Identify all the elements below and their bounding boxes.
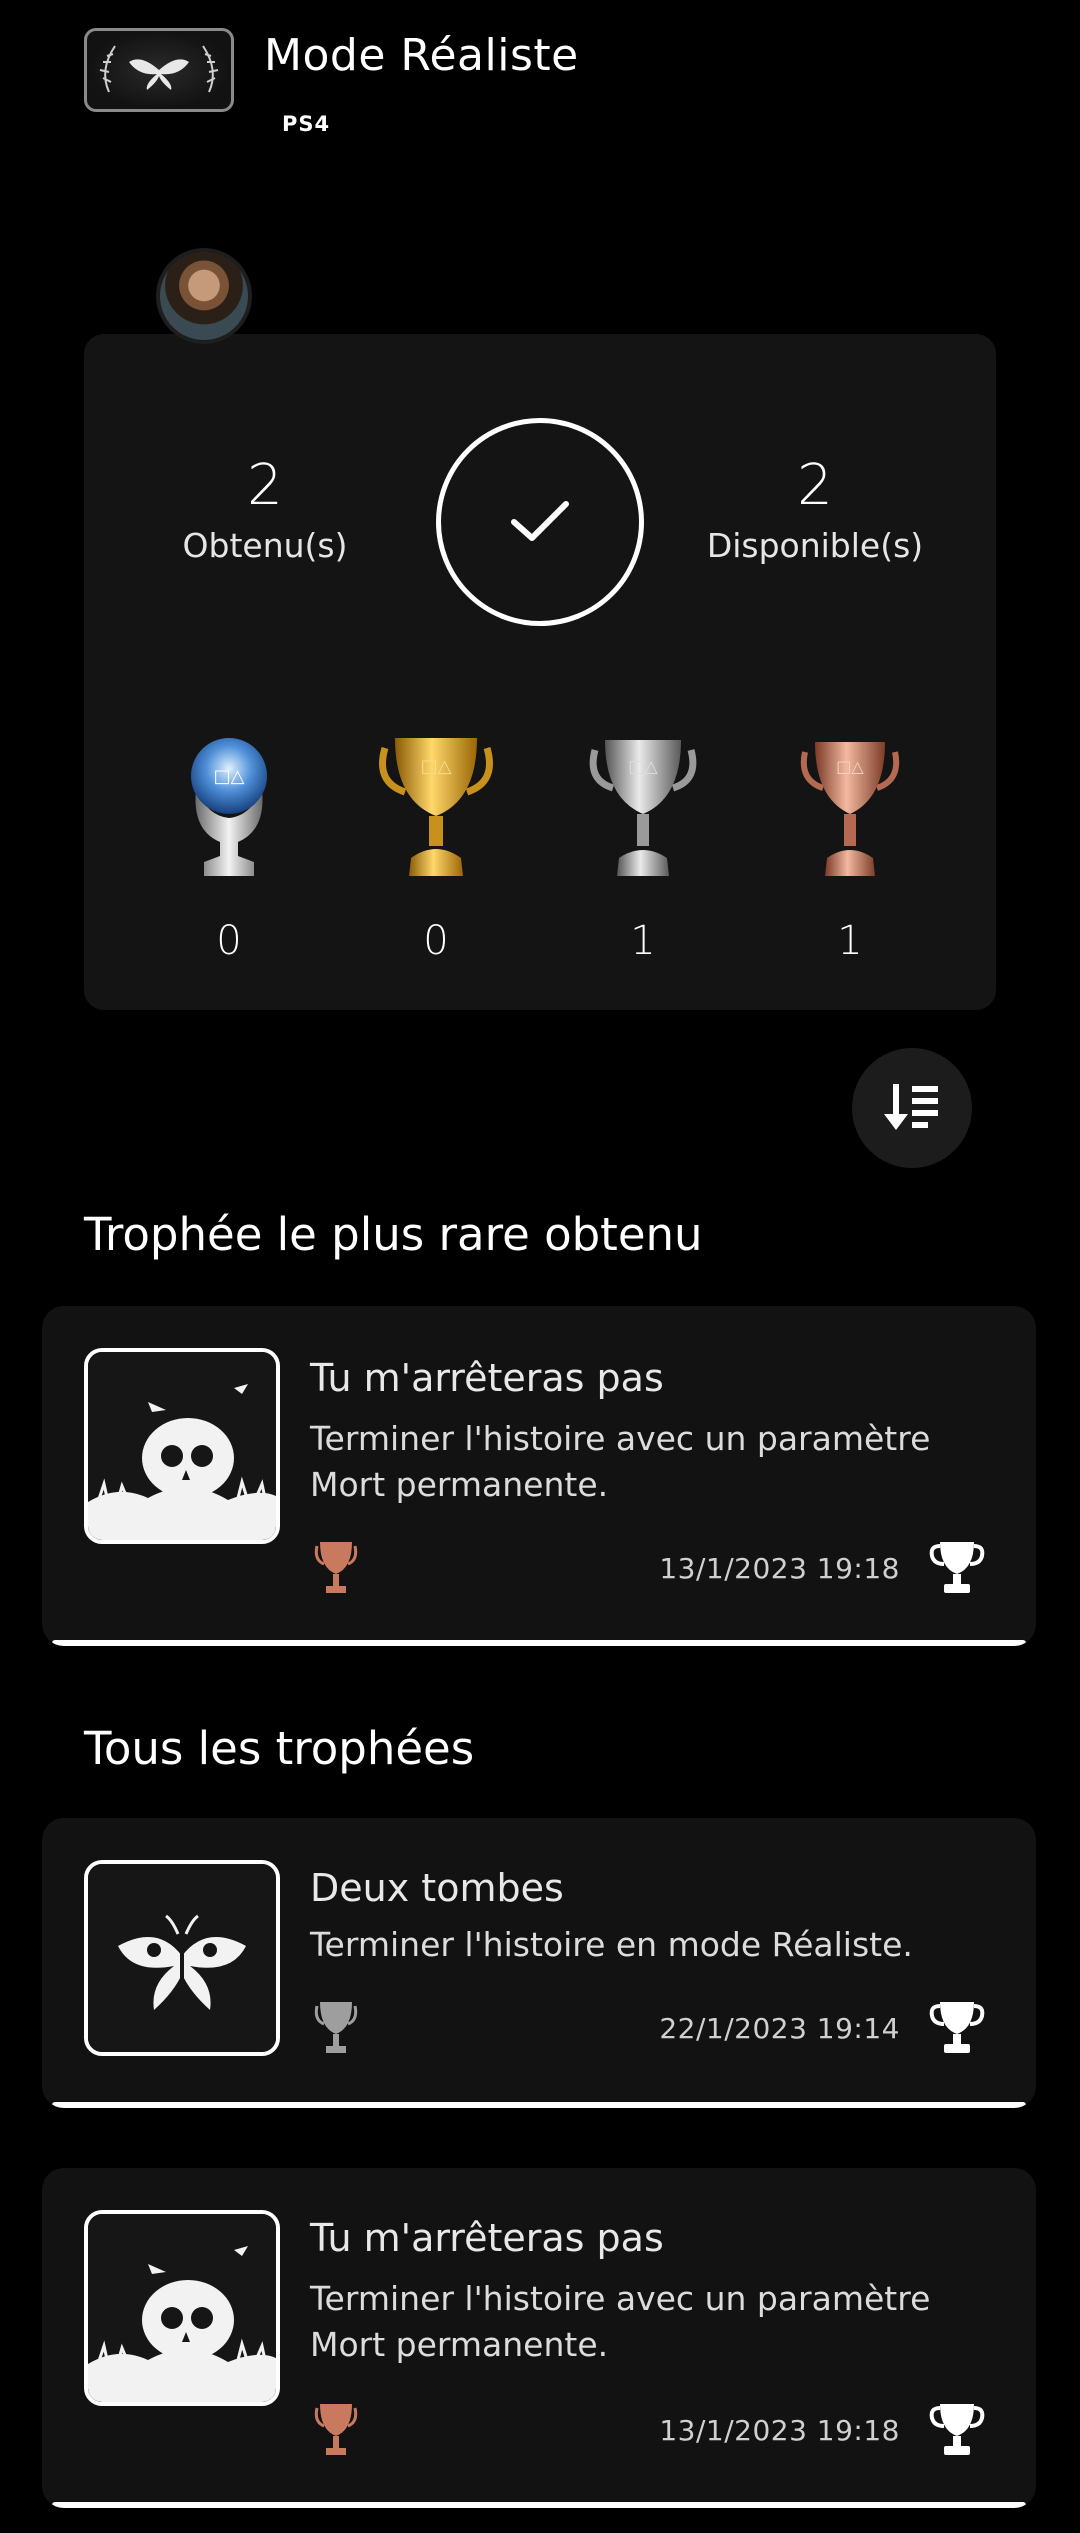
available-label: Disponible(s) xyxy=(706,526,924,565)
earned-label: Obtenu(s) xyxy=(182,526,348,565)
gold-trophy-icon: □△ xyxy=(379,738,493,876)
gold-count: 0 xyxy=(423,918,449,964)
silver-grade-icon xyxy=(314,2002,358,2053)
svg-text:□△: □△ xyxy=(214,766,245,787)
gold-column: □△ 0 xyxy=(366,730,506,964)
game-header: Mode Réaliste PS4 xyxy=(84,28,1004,148)
trophy-description: Terminer l'histoire avec un paramètre Mo… xyxy=(310,2279,931,2364)
platform-badge: PS4 xyxy=(282,112,331,136)
svg-text:□△: □△ xyxy=(628,757,658,777)
rarest-trophy-card[interactable]: Tu m'arrêteras pas Terminer l'histoire a… xyxy=(42,1306,1036,1646)
trophy-name: Tu m'arrêteras pas xyxy=(310,1356,664,1400)
bronze-count: 1 xyxy=(837,918,863,964)
trophy-description: Terminer l'histoire avec un paramètre Mo… xyxy=(310,1419,931,1504)
trophy-date: 13/1/2023 19:18 xyxy=(659,2414,900,2447)
rarest-section-title: Trophée le plus rare obtenu xyxy=(84,1208,703,1261)
sort-button[interactable] xyxy=(852,1048,972,1168)
trophy-image xyxy=(84,1860,280,2056)
trophy-name: Tu m'arrêteras pas xyxy=(310,2216,664,2260)
trophy-date: 13/1/2023 19:18 xyxy=(659,1552,900,1585)
platinum-column: □△ 0 xyxy=(159,730,299,964)
bronze-grade-icon xyxy=(314,1542,358,1593)
checkmark-icon xyxy=(511,501,569,541)
completion-ring xyxy=(436,418,644,626)
trophy-image xyxy=(84,1348,280,1544)
trophy-icon xyxy=(929,2404,985,2455)
sort-descending-icon xyxy=(884,1084,938,1130)
skull-icon xyxy=(88,1352,276,1540)
trophy-card[interactable]: Deux tombes Terminer l'histoire en mode … xyxy=(42,1818,1036,2108)
skull-icon xyxy=(88,2214,276,2402)
avatar[interactable] xyxy=(156,248,252,344)
game-title: Mode Réaliste xyxy=(264,30,579,81)
svg-text:□△: □△ xyxy=(421,756,452,777)
silver-count: 1 xyxy=(630,918,656,964)
silver-trophy-icon: □△ xyxy=(589,740,697,876)
bronze-trophy-icon: □△ xyxy=(800,742,900,876)
trophy-description: Terminer l'histoire en mode Réaliste. xyxy=(310,1925,913,1964)
moth-icon xyxy=(88,1864,276,2052)
available-stat: 2 Disponible(s) xyxy=(675,453,955,566)
silver-column: □△ 1 xyxy=(573,730,713,964)
bronze-grade-icon xyxy=(314,2404,358,2455)
earned-stat: 2 Obtenu(s) xyxy=(125,453,405,566)
bronze-column: □△ 1 xyxy=(780,730,920,964)
moth-emblem-icon xyxy=(99,45,219,93)
trophy-icon xyxy=(929,2002,985,2053)
trophy-icon xyxy=(929,1542,985,1593)
platinum-trophy-icon: □△ xyxy=(191,738,267,876)
trophy-image xyxy=(84,2210,280,2406)
available-count: 2 xyxy=(797,453,833,518)
earned-count: 2 xyxy=(247,453,283,518)
svg-text:□△: □△ xyxy=(836,757,864,776)
platinum-count: 0 xyxy=(216,918,242,964)
trophy-date: 22/1/2023 19:14 xyxy=(659,2012,900,2045)
trophy-card[interactable]: Tu m'arrêteras pas Terminer l'histoire a… xyxy=(42,2168,1036,2508)
all-trophies-section-title: Tous les trophées xyxy=(84,1722,475,1775)
trophy-summary-card: 2 Obtenu(s) 2 Disponible(s) □△ 0 □△ 0 □△… xyxy=(84,334,996,1010)
game-thumbnail[interactable] xyxy=(84,28,234,112)
trophy-name: Deux tombes xyxy=(310,1866,564,1910)
